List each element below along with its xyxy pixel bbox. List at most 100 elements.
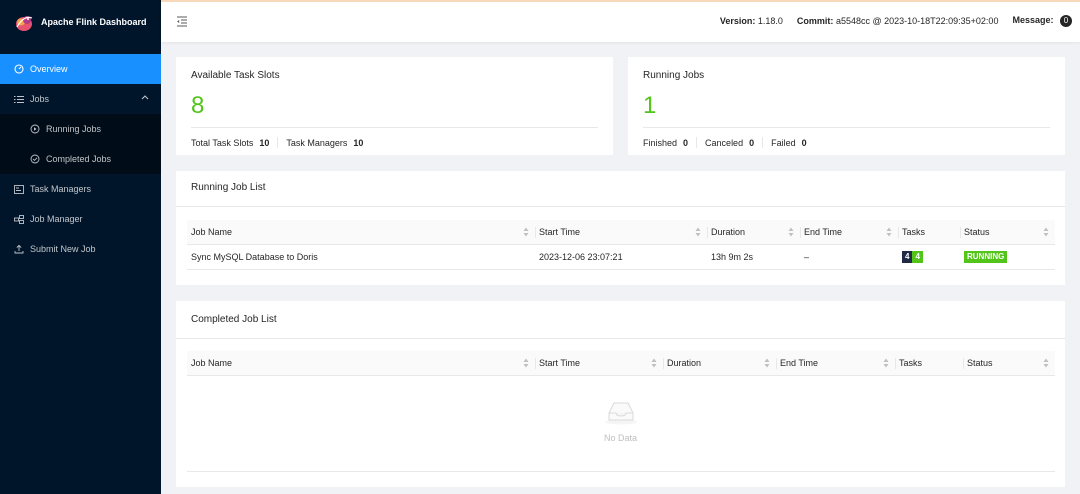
cluster-icon <box>13 214 24 225</box>
jobs-submenu: Running Jobs Completed Jobs <box>0 114 161 174</box>
column-header-end-time[interactable]: End Time <box>800 220 898 245</box>
chevron-up-icon[interactable] <box>141 94 149 100</box>
column-header-tasks: Tasks <box>898 220 960 245</box>
upload-icon <box>13 244 24 255</box>
column-header-start-time[interactable]: Start Time <box>535 351 663 376</box>
total-slots-value: 10 <box>259 137 270 148</box>
card-title: Available Task Slots <box>191 70 280 81</box>
running-jobs-value: 1 <box>643 92 657 119</box>
sort-icon[interactable] <box>523 227 529 237</box>
column-header-job-name[interactable]: Job Name <box>187 351 535 376</box>
column-header-status[interactable]: Status <box>963 351 1055 376</box>
sort-icon[interactable] <box>523 358 529 368</box>
column-label: Duration <box>711 226 746 237</box>
empty-inbox-icon <box>604 402 637 425</box>
sidebar-item-jobs[interactable]: Jobs <box>0 84 161 114</box>
column-label: Job Name <box>191 357 233 368</box>
table-header: Job Name Start Time Duration End Time Ta… <box>187 220 1055 245</box>
logo[interactable]: Apache Flink Dashboard <box>0 0 161 44</box>
finished-value: 0 <box>683 137 689 148</box>
commit-value: a5548cc @ 2023-10-18T22:09:35+02:00 <box>835 16 999 26</box>
sort-icon[interactable] <box>883 358 889 368</box>
canceled-value: 0 <box>749 137 755 148</box>
sidebar-item-running-jobs[interactable]: Running Jobs <box>0 114 161 144</box>
column-label: Duration <box>667 357 702 368</box>
total-slots-label: Total Task Slots <box>191 137 254 148</box>
sort-icon[interactable] <box>1043 227 1049 237</box>
divider <box>176 206 1065 207</box>
slot-stats: Total Task Slots 10 Task Managers 10 <box>191 137 363 148</box>
sidebar-item-label: Completed Jobs <box>46 154 112 164</box>
column-label: Start Time <box>539 226 581 237</box>
task-managers-label: Task Managers <box>286 137 348 148</box>
dashboard-icon <box>13 64 24 75</box>
job-name-cell[interactable]: Sync MySQL Database to Doris <box>187 252 535 262</box>
column-label: Start Time <box>539 357 581 368</box>
play-circle-icon <box>29 124 40 135</box>
tasks-cell: 4 4 <box>898 251 960 263</box>
column-header-duration[interactable]: Duration <box>707 220 800 245</box>
sidebar-item-label: Task Managers <box>30 184 92 194</box>
column-header-duration[interactable]: Duration <box>663 351 776 376</box>
message-info[interactable]: Message: 0 <box>1012 15 1072 27</box>
empty-text: No Data <box>603 433 638 443</box>
table-row[interactable]: Sync MySQL Database to Doris 2023-12-06 … <box>187 245 1055 270</box>
sort-icon[interactable] <box>651 358 657 368</box>
tasks-running-badge: 4 <box>912 251 923 263</box>
card-title: Completed Job List <box>191 314 277 325</box>
message-count-badge[interactable]: 0 <box>1060 15 1072 27</box>
divider <box>176 338 1065 339</box>
table-header: Job Name Start Time Duration End Time Ta… <box>187 351 1055 376</box>
column-label: Status <box>964 226 990 237</box>
status-cell: RUNNING <box>960 251 1055 263</box>
sort-icon[interactable] <box>1043 358 1049 368</box>
sidebar-item-job-manager[interactable]: Job Manager <box>0 204 161 234</box>
completed-jobs-table: Job Name Start Time Duration End Time Ta… <box>187 351 1055 376</box>
sort-icon[interactable] <box>886 227 892 237</box>
failed-value: 0 <box>801 137 807 148</box>
version-value: 1.18.0 <box>757 16 783 26</box>
sort-icon[interactable] <box>695 227 701 237</box>
sidebar-item-submit-new-job[interactable]: Submit New Job <box>0 234 161 264</box>
list-icon <box>13 94 24 105</box>
canceled-label: Canceled <box>705 137 744 148</box>
sort-icon[interactable] <box>764 358 770 368</box>
end-time-cell: – <box>804 252 810 262</box>
divider <box>191 127 598 128</box>
stat-separator <box>696 137 698 148</box>
task-managers-value: 10 <box>353 137 364 148</box>
sidebar-item-task-managers[interactable]: Task Managers <box>0 174 161 204</box>
column-header-end-time[interactable]: End Time <box>776 351 895 376</box>
column-header-status[interactable]: Status <box>960 220 1055 245</box>
app-title: Apache Flink Dashboard <box>41 17 147 27</box>
start-time-cell: 2023-12-06 23:07:21 <box>539 252 623 262</box>
column-header-tasks: Tasks <box>895 351 963 376</box>
commit-info: Commit: a5548cc @ 2023-10-18T22:09:35+02… <box>797 16 999 26</box>
column-header-job-name[interactable]: Job Name <box>187 220 535 245</box>
commit-label: Commit: <box>796 16 834 26</box>
job-stats: Finished 0 Canceled 0 Failed 0 <box>643 137 807 148</box>
check-circle-icon <box>29 154 40 165</box>
tasks-total-badge: 4 <box>902 251 913 263</box>
divider <box>643 127 1050 128</box>
column-header-start-time[interactable]: Start Time <box>535 220 707 245</box>
running-jobs-table: Job Name Start Time Duration End Time Ta… <box>187 220 1055 270</box>
sidebar-item-label: Overview <box>30 64 68 74</box>
menu-fold-icon[interactable] <box>176 15 188 27</box>
message-label: Message: <box>1012 15 1054 25</box>
stat-separator <box>762 137 764 148</box>
flink-logo-icon <box>16 16 33 31</box>
column-label: Status <box>967 357 993 368</box>
version-label: Version: <box>719 16 756 26</box>
sidebar-item-overview[interactable]: Overview <box>0 54 161 84</box>
empty-state: No Data <box>176 399 1065 443</box>
divider <box>187 471 1055 472</box>
sidebar: Apache Flink Dashboard Overview Jobs Run… <box>0 0 161 494</box>
sidebar-item-label: Job Manager <box>30 214 83 224</box>
running-jobs-card: Running Jobs 1 Finished 0 Canceled 0 Fai… <box>628 57 1065 155</box>
available-slots-value: 8 <box>191 92 205 119</box>
sort-icon[interactable] <box>788 227 794 237</box>
sidebar-item-completed-jobs[interactable]: Completed Jobs <box>0 144 161 174</box>
finished-label: Finished <box>643 137 678 148</box>
sidebar-item-label: Jobs <box>30 94 50 104</box>
